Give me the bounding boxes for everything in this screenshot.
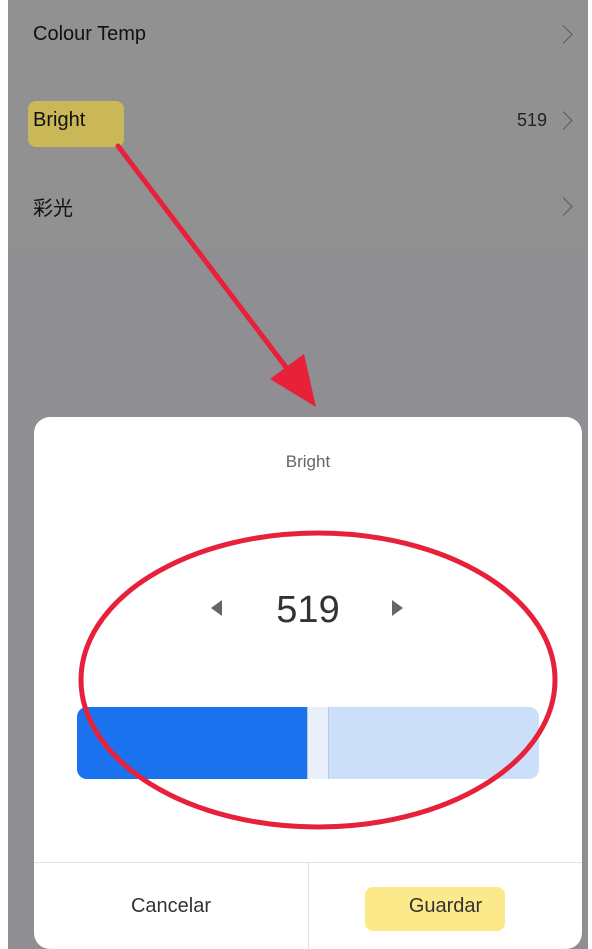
annotation-circle: [78, 530, 558, 830]
annotation-layer: [78, 143, 558, 830]
annotation-arrow: [115, 143, 301, 386]
annotation-arrowhead: [270, 354, 316, 407]
